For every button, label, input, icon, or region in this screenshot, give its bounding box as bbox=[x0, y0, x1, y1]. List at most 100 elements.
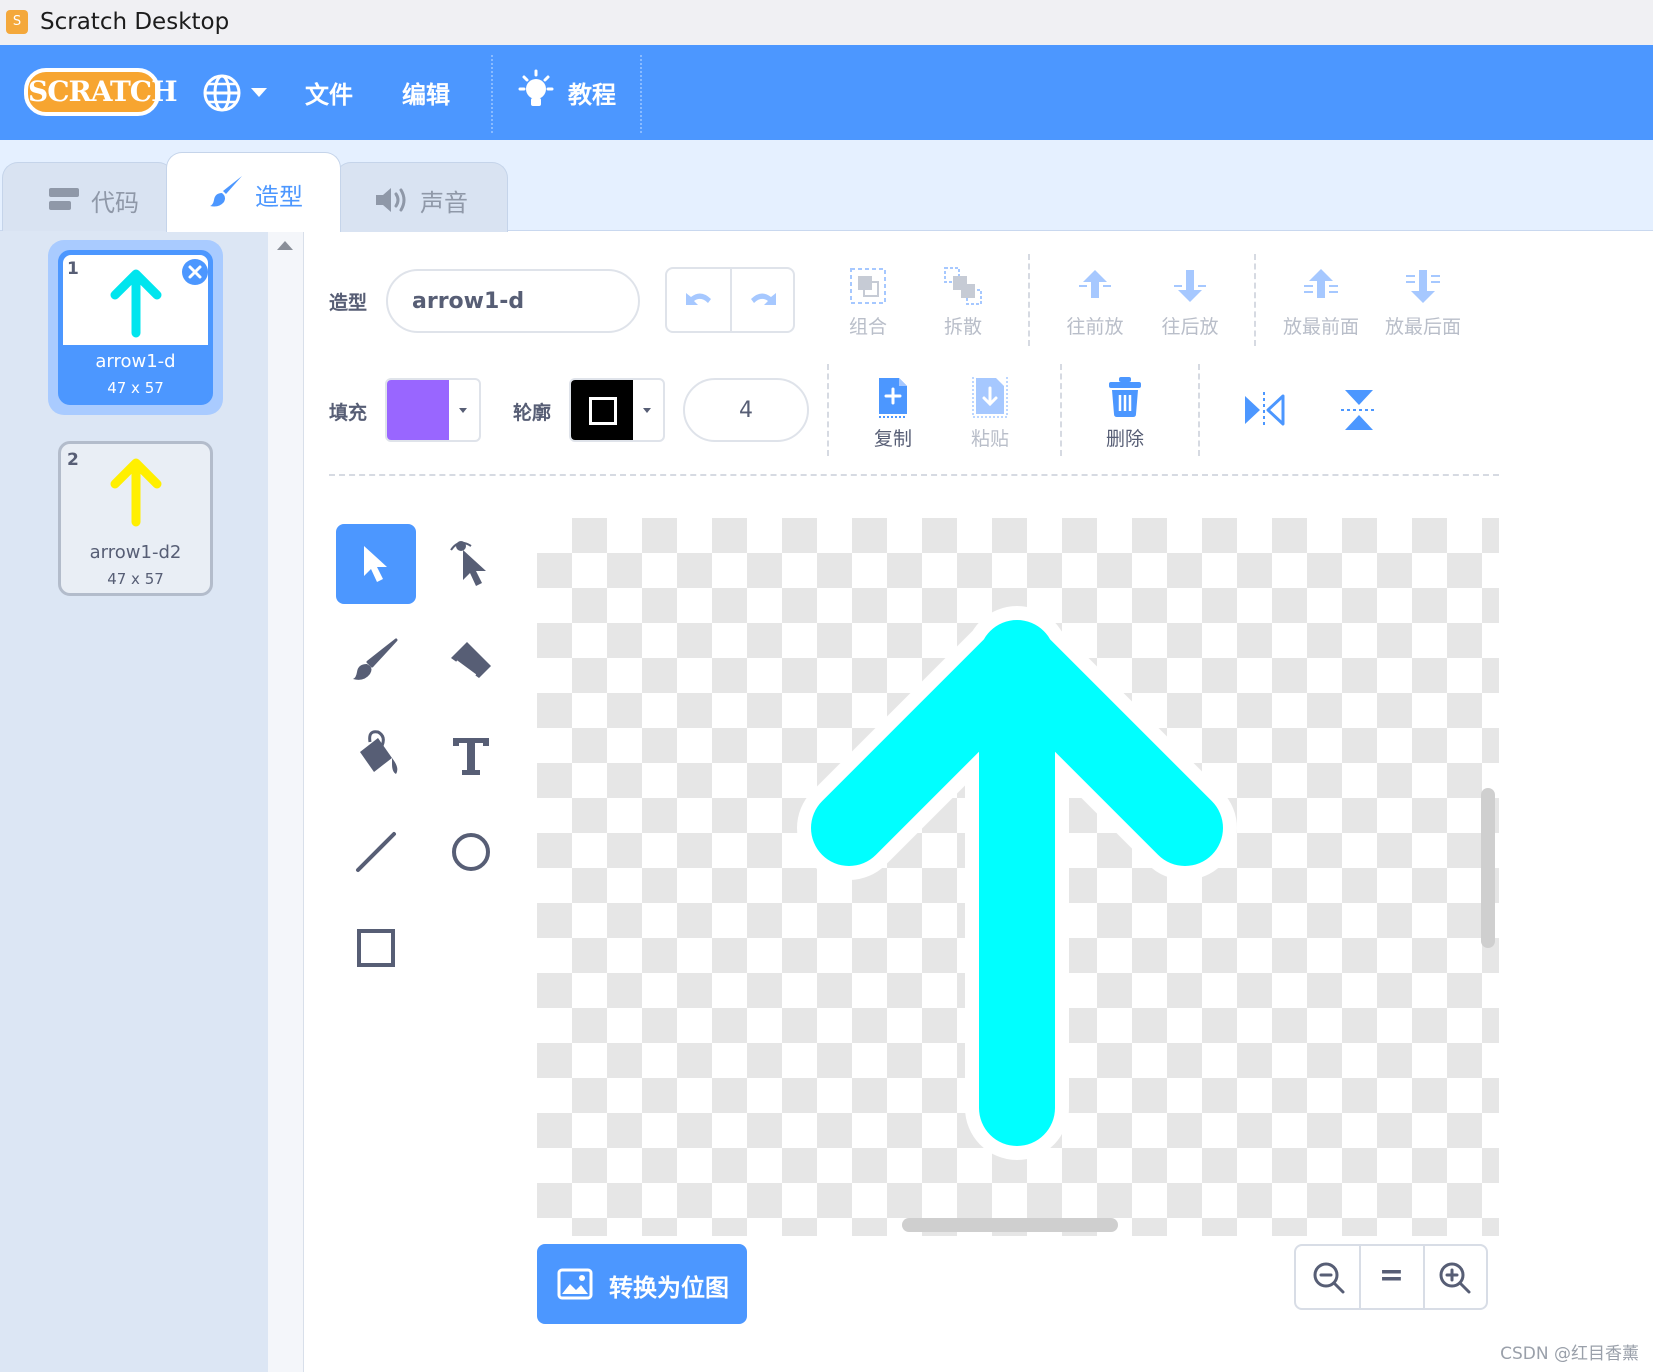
delete-button[interactable]: 删除 bbox=[1090, 374, 1160, 454]
flip-horizontal-icon[interactable] bbox=[1243, 390, 1285, 430]
costume-list-scrollbar[interactable] bbox=[268, 231, 304, 1372]
costume-size: 47 x 57 bbox=[107, 379, 164, 397]
zoom-in-icon[interactable] bbox=[1438, 1261, 1472, 1295]
convert-to-bitmap-button[interactable]: 转换为位图 bbox=[537, 1244, 747, 1324]
outline-color-picker[interactable] bbox=[569, 378, 665, 442]
tab-sounds[interactable]: 声音 bbox=[335, 162, 508, 232]
text-tool[interactable] bbox=[431, 716, 511, 796]
delete-costume-button[interactable] bbox=[182, 259, 208, 285]
group-label: 组合 bbox=[848, 316, 887, 338]
ungroup-button[interactable]: 拆散 bbox=[933, 262, 993, 342]
group-icon bbox=[850, 268, 886, 304]
canvas-horizontal-scrollbar[interactable] bbox=[902, 1218, 1118, 1232]
scratch-logo[interactable]: SCRATCH bbox=[24, 68, 178, 116]
eraser-tool[interactable] bbox=[431, 620, 511, 700]
bring-to-front-label: 放最前面 bbox=[1282, 316, 1359, 338]
menu-tutorials[interactable]: 教程 bbox=[516, 67, 636, 117]
toolbar-divider bbox=[1254, 254, 1256, 346]
arrow-up-thumbnail-icon bbox=[110, 458, 162, 527]
group-button[interactable]: 组合 bbox=[838, 262, 898, 342]
menu-divider bbox=[640, 55, 642, 133]
brush-icon bbox=[353, 638, 398, 680]
outline-label: 轮廓 bbox=[513, 402, 552, 424]
copy-button[interactable]: 复制 bbox=[858, 374, 928, 454]
scroll-up-arrow-icon[interactable] bbox=[276, 239, 294, 251]
tab-sounds-label: 声音 bbox=[420, 189, 468, 217]
toolbar-divider bbox=[827, 364, 829, 456]
reshape-tool[interactable] bbox=[431, 524, 511, 604]
convert-to-bitmap-label: 转换为位图 bbox=[609, 1273, 729, 1302]
costume-card-1[interactable]: 1 arrow1-d 47 x 57 bbox=[58, 250, 213, 405]
chevron-down-icon bbox=[643, 408, 651, 413]
rectangle-icon bbox=[357, 929, 395, 967]
outline-width-input[interactable] bbox=[683, 378, 809, 442]
costume-size: 47 x 57 bbox=[107, 570, 164, 588]
menu-tutorials-label: 教程 bbox=[568, 80, 616, 109]
fill-tool[interactable] bbox=[336, 716, 416, 796]
text-icon bbox=[453, 738, 489, 775]
tab-code[interactable]: 代码 bbox=[2, 162, 174, 232]
menu-edit[interactable]: 编辑 bbox=[402, 75, 450, 110]
brush-tool[interactable] bbox=[336, 620, 416, 700]
lightbulb-icon bbox=[518, 69, 554, 106]
circle-tool[interactable] bbox=[431, 812, 511, 892]
redo-icon[interactable] bbox=[745, 283, 781, 319]
send-to-back-button[interactable]: 放最后面 bbox=[1378, 262, 1468, 342]
costume-name: arrow1-d2 bbox=[89, 542, 182, 563]
menu-divider bbox=[491, 55, 493, 133]
arrow-cursor-icon bbox=[364, 546, 387, 582]
undo-icon[interactable] bbox=[681, 283, 717, 319]
close-icon bbox=[188, 265, 202, 279]
zoom-reset-button[interactable]: = bbox=[1360, 1258, 1423, 1293]
paste-button[interactable]: 粘贴 bbox=[955, 374, 1025, 454]
paint-canvas[interactable] bbox=[537, 518, 1499, 1236]
send-to-back-label: 放最后面 bbox=[1384, 316, 1461, 338]
forward-label: 往前放 bbox=[1066, 316, 1124, 338]
paintbrush-icon bbox=[210, 176, 242, 207]
window-title: Scratch Desktop bbox=[40, 9, 230, 35]
chevron-down-icon bbox=[251, 88, 267, 97]
tab-costumes[interactable]: 造型 bbox=[166, 152, 341, 232]
toolbar-divider bbox=[1060, 364, 1062, 456]
undo-redo-group bbox=[665, 267, 795, 333]
select-tool[interactable] bbox=[336, 524, 416, 604]
costume-name: arrow1-d bbox=[95, 351, 176, 372]
arrow-up-thumbnail-icon bbox=[110, 269, 162, 338]
chevron-down-icon bbox=[459, 408, 467, 413]
eraser-icon bbox=[451, 642, 491, 678]
paint-bucket-icon bbox=[360, 730, 398, 774]
costume-name-label: 造型 bbox=[329, 292, 368, 314]
tab-costumes-label: 造型 bbox=[255, 183, 303, 211]
line-tool[interactable] bbox=[336, 812, 416, 892]
backward-label: 往后放 bbox=[1161, 316, 1219, 338]
backward-button[interactable]: 往后放 bbox=[1150, 262, 1230, 342]
reshape-cursor-icon bbox=[450, 541, 486, 586]
toolbar-divider bbox=[1028, 254, 1030, 346]
send-to-back-icon bbox=[1406, 270, 1440, 303]
costume-card-2[interactable]: 2 arrow1-d2 47 x 57 bbox=[58, 441, 213, 596]
speaker-icon bbox=[376, 188, 406, 212]
image-icon bbox=[557, 1268, 593, 1300]
flip-vertical-icon[interactable] bbox=[1339, 388, 1379, 432]
delete-label: 删除 bbox=[1105, 428, 1144, 450]
copy-icon bbox=[879, 378, 907, 418]
menu-file[interactable]: 文件 bbox=[305, 75, 353, 110]
rectangle-tool[interactable] bbox=[336, 908, 416, 988]
toolbar-separator bbox=[329, 474, 1499, 476]
ungroup-icon bbox=[944, 267, 982, 305]
language-menu[interactable] bbox=[202, 71, 272, 113]
canvas-vertical-scrollbar[interactable] bbox=[1481, 788, 1495, 948]
zoom-out-icon[interactable] bbox=[1312, 1261, 1346, 1295]
costume-name-input[interactable] bbox=[386, 269, 640, 333]
fill-color-picker[interactable] bbox=[385, 378, 481, 442]
cyan-arrow-drawing bbox=[797, 606, 1237, 1160]
bring-to-front-button[interactable]: 放最前面 bbox=[1276, 262, 1366, 342]
code-blocks-icon bbox=[49, 188, 79, 210]
costume-number: 1 bbox=[67, 259, 79, 279]
scratch-app-icon: S bbox=[6, 10, 28, 34]
forward-button[interactable]: 往前放 bbox=[1055, 262, 1135, 342]
copy-label: 复制 bbox=[873, 428, 912, 450]
globe-icon bbox=[203, 74, 241, 112]
arrow-down-layer-icon bbox=[1174, 270, 1206, 302]
tab-code-label: 代码 bbox=[91, 189, 139, 217]
